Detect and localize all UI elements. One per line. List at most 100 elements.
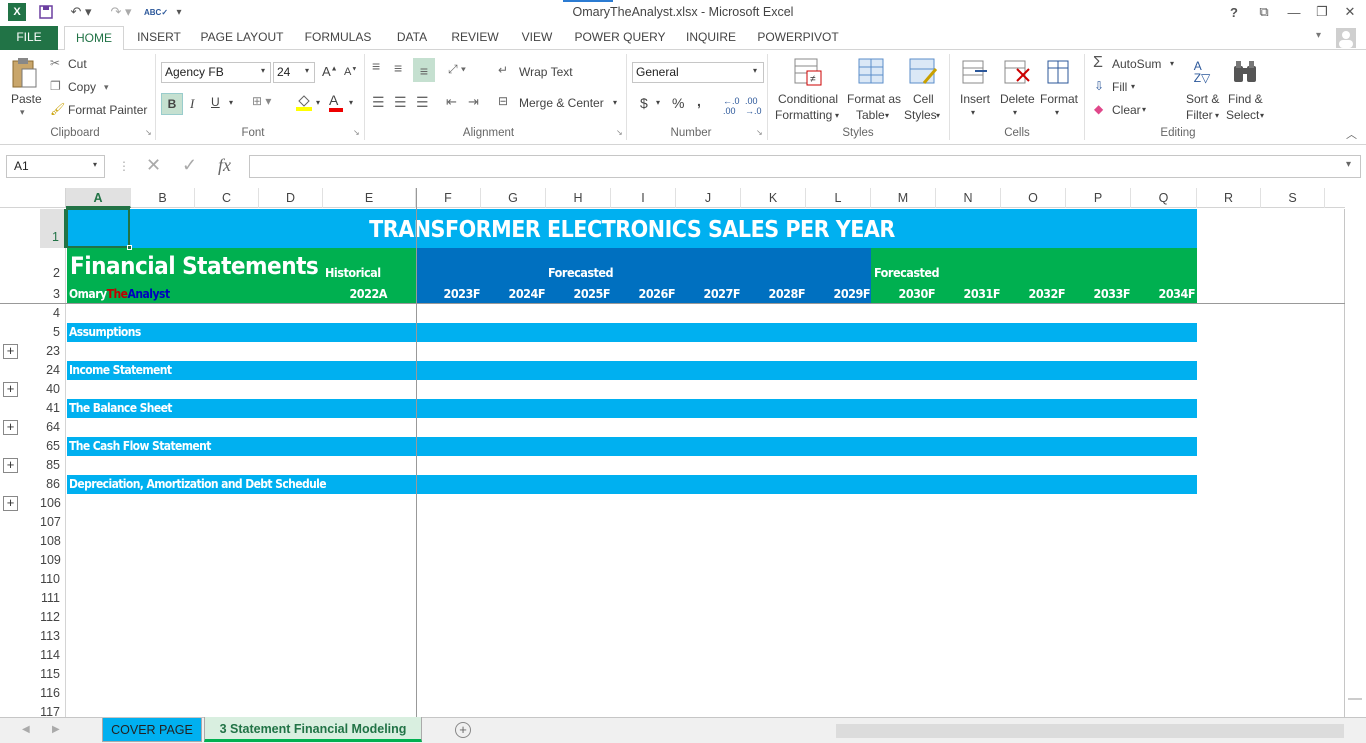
column-header[interactable]: F bbox=[416, 188, 481, 208]
enter-icon[interactable]: ✓ bbox=[182, 155, 197, 176]
ribbon-display-icon[interactable]: ⧉ bbox=[1254, 3, 1274, 21]
fill-button[interactable]: Fill bbox=[1112, 80, 1127, 94]
column-header[interactable]: S bbox=[1261, 188, 1325, 208]
sheet-tab-cover-page[interactable]: COVER PAGE bbox=[102, 718, 202, 742]
collapse-ribbon-icon[interactable]: ︿ bbox=[1346, 126, 1357, 142]
autosum-dropdown-icon[interactable]: ▾ bbox=[1170, 59, 1174, 68]
merge-dropdown-icon[interactable]: ▾ bbox=[613, 98, 617, 107]
column-header[interactable]: P bbox=[1066, 188, 1131, 208]
column-header[interactable]: D bbox=[259, 188, 323, 208]
maximize-icon[interactable]: ❐ bbox=[1312, 3, 1332, 21]
clear-dropdown-icon[interactable]: ▾ bbox=[1142, 105, 1146, 114]
column-header[interactable]: C bbox=[195, 188, 259, 208]
fill-handle[interactable] bbox=[127, 245, 132, 250]
align-top-icon[interactable]: ≡ bbox=[372, 58, 380, 74]
tab-file[interactable]: FILE bbox=[0, 26, 58, 50]
row-header[interactable]: 1 bbox=[40, 209, 66, 248]
conditional-formatting-icon[interactable]: ≠ bbox=[792, 56, 824, 88]
cell-styles-label-1[interactable]: Cell bbox=[913, 92, 934, 106]
column-header[interactable]: R bbox=[1197, 188, 1261, 208]
percent-button[interactable]: % bbox=[672, 95, 684, 111]
expand-group-button[interactable]: + bbox=[3, 344, 18, 359]
account-dropdown-icon[interactable]: ▾ bbox=[1316, 30, 1330, 44]
column-header[interactable]: O bbox=[1001, 188, 1066, 208]
italic-button[interactable]: I bbox=[190, 96, 194, 112]
comma-button[interactable]: , bbox=[697, 93, 701, 109]
font-color-icon[interactable]: A bbox=[329, 92, 343, 112]
column-header[interactable]: J bbox=[676, 188, 741, 208]
fill-dropdown-icon[interactable]: ▾ bbox=[1131, 82, 1135, 91]
font-name-dropdown-icon[interactable]: ▾ bbox=[261, 66, 265, 75]
row-header[interactable]: 64 bbox=[40, 418, 66, 437]
expand-group-button[interactable]: + bbox=[3, 382, 18, 397]
column-header[interactable]: I bbox=[611, 188, 676, 208]
fill-color-dropdown-icon[interactable]: ▾ bbox=[316, 98, 320, 107]
sort-filter-dropdown-icon[interactable]: ▾ bbox=[1215, 111, 1219, 120]
row-header[interactable]: 4 bbox=[40, 304, 66, 323]
row-header[interactable]: 114 bbox=[40, 646, 66, 665]
expand-group-button[interactable]: + bbox=[3, 458, 18, 473]
column-header[interactable]: E bbox=[323, 188, 416, 208]
format-as-table-dropdown-icon[interactable]: ▾ bbox=[885, 111, 889, 120]
align-right-icon[interactable]: ☰ bbox=[416, 94, 429, 111]
tab-data[interactable]: DATA bbox=[390, 26, 434, 50]
row-header[interactable]: 117 bbox=[40, 703, 66, 717]
number-launcher-icon[interactable]: ↘ bbox=[756, 128, 763, 137]
find-select-label-2[interactable]: Select bbox=[1226, 108, 1259, 122]
align-bottom-icon[interactable]: ≡ bbox=[413, 58, 435, 82]
row-header[interactable]: 109 bbox=[40, 551, 66, 570]
paste-icon[interactable] bbox=[8, 56, 40, 90]
row-header[interactable]: 40 bbox=[40, 380, 66, 399]
cell-styles-label-2[interactable]: Styles bbox=[904, 108, 937, 122]
tab-formulas[interactable]: FORMULAS bbox=[298, 26, 378, 50]
alignment-launcher-icon[interactable]: ↘ bbox=[616, 128, 623, 137]
format-as-table-icon[interactable] bbox=[856, 56, 888, 88]
row-header[interactable]: 115 bbox=[40, 665, 66, 684]
row-header[interactable]: 5 bbox=[40, 323, 66, 342]
font-name-select[interactable]: Agency FB bbox=[161, 62, 271, 83]
row-header[interactable]: 110 bbox=[40, 570, 66, 589]
cancel-icon[interactable]: ✕ bbox=[146, 155, 161, 176]
paste-dropdown-icon[interactable]: ▾ bbox=[20, 107, 25, 118]
orientation-icon[interactable]: ⤢ ▾ bbox=[448, 62, 466, 77]
insert-cells-icon[interactable] bbox=[960, 56, 990, 88]
underline-dropdown-icon[interactable]: ▾ bbox=[229, 98, 233, 107]
column-header[interactable]: N bbox=[936, 188, 1001, 208]
vertical-scrollbar-split[interactable] bbox=[1348, 698, 1362, 700]
format-cells-icon[interactable] bbox=[1043, 56, 1073, 88]
horizontal-scrollbar[interactable] bbox=[836, 724, 1344, 738]
expand-group-button[interactable]: + bbox=[3, 420, 18, 435]
row-header[interactable]: 116 bbox=[40, 684, 66, 703]
cell-styles-dropdown-icon[interactable]: ▾ bbox=[936, 111, 940, 120]
increase-decimal-icon[interactable]: ←.0.00 bbox=[723, 96, 740, 116]
row-header[interactable]: 65 bbox=[40, 437, 66, 456]
column-header[interactable]: B bbox=[131, 188, 195, 208]
format-as-table-label-1[interactable]: Format as bbox=[847, 92, 901, 106]
align-left-icon[interactable]: ☰ bbox=[372, 94, 385, 111]
insert-cells-button[interactable]: Insert bbox=[960, 92, 990, 106]
row-header[interactable]: 85 bbox=[40, 456, 66, 475]
borders-icon[interactable]: ⊞ ▾ bbox=[252, 94, 271, 108]
formula-input[interactable] bbox=[249, 155, 1361, 178]
autosum-button[interactable]: AutoSum bbox=[1112, 57, 1161, 71]
row-header[interactable]: 3 bbox=[40, 285, 66, 304]
name-box-dropdown-icon[interactable]: ▾ bbox=[93, 160, 97, 169]
increase-indent-icon[interactable]: ⇥ bbox=[468, 94, 479, 110]
grow-font-icon[interactable]: A▲ bbox=[322, 64, 338, 79]
column-header[interactable]: L bbox=[806, 188, 871, 208]
find-select-label-1[interactable]: Find & bbox=[1228, 92, 1263, 106]
find-select-dropdown-icon[interactable]: ▾ bbox=[1260, 111, 1264, 120]
row-header[interactable]: 112 bbox=[40, 608, 66, 627]
format-cells-button[interactable]: Format bbox=[1040, 92, 1078, 106]
row-header[interactable]: 2 bbox=[40, 248, 66, 285]
currency-button[interactable]: $ bbox=[640, 95, 648, 111]
next-sheet-icon[interactable]: ▶ bbox=[52, 724, 60, 735]
column-header[interactable]: Q bbox=[1131, 188, 1197, 208]
row-header[interactable]: 23 bbox=[40, 342, 66, 361]
cell-styles-icon[interactable] bbox=[907, 56, 939, 88]
insert-function-icon[interactable]: fx bbox=[218, 155, 231, 176]
align-middle-icon[interactable]: ≡ bbox=[394, 60, 402, 76]
shrink-font-icon[interactable]: A▼ bbox=[344, 66, 357, 78]
tab-home[interactable]: HOME bbox=[64, 26, 124, 51]
avatar[interactable] bbox=[1336, 28, 1356, 48]
